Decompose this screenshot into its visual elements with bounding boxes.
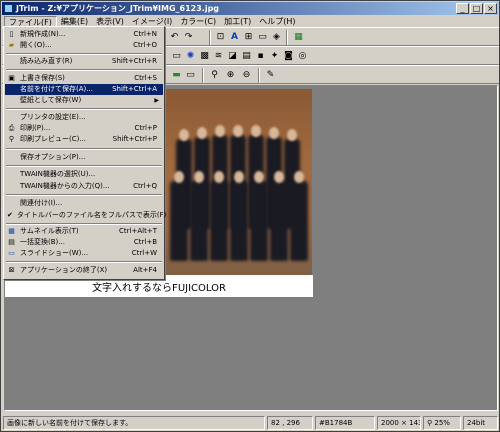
zoom-in-icon[interactable]: ⊕ <box>224 69 237 82</box>
emboss-icon[interactable]: ▤ <box>240 50 253 63</box>
menu-color[interactable]: カラー(C) <box>176 16 220 27</box>
zoom-icon[interactable]: ⚲ <box>208 69 221 82</box>
menu-item-printer-setup[interactable]: プリンタの設定(E)... <box>5 112 163 123</box>
menu-item-save-as[interactable]: 名前を付けて保存(A)... Shift+Ctrl+A <box>5 84 163 95</box>
status-coords: 82 , 296 <box>267 416 313 430</box>
zoom-out-icon[interactable]: ⊖ <box>240 69 253 82</box>
group-photo <box>164 89 312 275</box>
edge-icon[interactable]: ◙ <box>282 50 295 63</box>
menu-view[interactable]: 表示(V) <box>92 16 128 27</box>
split-icon[interactable]: ▭ <box>184 69 197 82</box>
menu-item-associate[interactable]: 関連付け(I)... <box>5 198 163 209</box>
menu-item-twain-input[interactable]: TWAIN機器からの入力(Q)... Ctrl+Q <box>5 181 163 192</box>
app-window: JTrim - Z:¥アプリケーション_JTrim¥IMG_6123.jpg _… <box>0 0 500 432</box>
file-menu-dropdown: ▯ 新規作成(N)... Ctrl+N ▰ 開く(O)... Ctrl+O 読み… <box>3 26 166 280</box>
spiral-icon[interactable]: ◎ <box>296 50 309 63</box>
status-color: #B1784B <box>315 416 375 430</box>
close-button[interactable]: × <box>484 3 497 14</box>
menu-item-save-options[interactable]: 保存オプション(P)... <box>5 152 163 163</box>
title-bar[interactable]: JTrim - Z:¥アプリケーション_JTrim¥IMG_6123.jpg _… <box>2 2 499 15</box>
window-title: JTrim - Z:¥アプリケーション_JTrim¥IMG_6123.jpg <box>16 4 220 13</box>
menu-item-save-wallpaper[interactable]: 壁紙として保存(W) ▶ <box>5 95 163 106</box>
sharpen-icon[interactable]: ▪ <box>254 50 267 63</box>
wave-icon[interactable]: ≋ <box>212 50 225 63</box>
menu-image[interactable]: イメージ(I) <box>128 16 176 27</box>
ripple-icon[interactable]: ◈ <box>270 31 283 44</box>
crop-icon[interactable]: ⊡ <box>214 31 227 44</box>
eyedropper-icon[interactable]: ✎ <box>264 69 277 82</box>
undo-icon[interactable]: ↶ <box>168 31 181 44</box>
status-message: 画像に新しい名前を付けて保存します。 <box>3 416 265 430</box>
palette-icon[interactable]: ▦ <box>292 31 305 44</box>
grid-icon[interactable]: ⊞ <box>242 31 255 44</box>
menu-item-twain-select[interactable]: TWAIN機器の選択(U)... <box>5 169 163 180</box>
menu-item-slideshow[interactable]: ▭ スライドショー(W)... Ctrl+W <box>5 248 163 259</box>
new-icon: ▯ <box>9 30 14 38</box>
exit-icon: ⊠ <box>8 266 15 274</box>
contrast-icon[interactable]: ◪ <box>226 50 239 63</box>
app-icon[interactable] <box>4 4 13 13</box>
preview-icon: ⚲ <box>8 135 15 143</box>
batch-icon: ▤ <box>8 238 15 246</box>
thumbnail-icon: ▦ <box>8 227 15 235</box>
rect-icon[interactable]: ▭ <box>170 50 183 63</box>
menu-item-exit[interactable]: ⊠ アプリケーションの終了(X) Alt+F4 <box>5 265 163 276</box>
glow-icon[interactable]: ✦ <box>268 50 281 63</box>
save-icon: ▣ <box>8 74 15 82</box>
print-icon: ⎙ <box>8 124 15 132</box>
status-depth: 24bit <box>463 416 498 430</box>
check-icon: ✔ <box>7 211 13 219</box>
menu-file[interactable]: ファイル(F) <box>4 15 57 27</box>
menu-item-new[interactable]: ▯ 新規作成(N)... Ctrl+N <box>5 29 163 40</box>
image-caption: 文字入れするならFUJICOLOR <box>92 282 226 294</box>
menu-process[interactable]: 加工(T) <box>220 16 255 27</box>
slideshow-icon: ▭ <box>8 249 15 257</box>
mosaic-icon[interactable]: ▩ <box>198 50 211 63</box>
minimize-button[interactable]: _ <box>456 3 469 14</box>
zoom-icon: ⚲ <box>427 419 433 427</box>
menu-item-save[interactable]: ▣ 上書き保存(S) Ctrl+S <box>5 73 163 84</box>
blur-icon[interactable]: ✺ <box>184 50 197 63</box>
text-icon[interactable]: A <box>228 31 241 44</box>
submenu-arrow-icon: ▶ <box>154 97 159 104</box>
menu-item-thumbnail[interactable]: ▦ サムネイル表示(T) Ctrl+Alt+T <box>5 226 163 237</box>
status-zoom: ⚲ 25% <box>423 416 461 430</box>
status-bar: 画像に新しい名前を付けて保存します。 82 , 296 #B1784B 2000… <box>2 415 499 431</box>
open-icon: ▰ <box>8 41 15 49</box>
menu-item-print[interactable]: ⎙ 印刷(P)... Ctrl+P <box>5 123 163 134</box>
frame-icon[interactable]: ▭ <box>256 31 269 44</box>
menu-item-fullpath-title[interactable]: ✔ タイトルバーのファイル名をフルパスで表示(F) <box>5 210 166 221</box>
menu-help[interactable]: ヘルプ(H) <box>255 16 299 27</box>
colorbar-icon[interactable]: ▬ <box>170 69 183 82</box>
redo-icon[interactable]: ↷ <box>182 31 195 44</box>
maximize-button[interactable]: □ <box>470 3 483 14</box>
menu-item-open[interactable]: ▰ 開く(O)... Ctrl+O <box>5 40 163 51</box>
menu-edit[interactable]: 編集(E) <box>57 16 92 27</box>
menu-item-batch[interactable]: ▤ 一括変換(B)... Ctrl+B <box>5 237 163 248</box>
menu-item-reload[interactable]: 読み込み直す(R) Shift+Ctrl+R <box>5 56 163 67</box>
status-image-size: 2000 × 1434 <box>377 416 421 430</box>
menu-item-print-preview[interactable]: ⚲ 印刷プレビュー(C)... Shift+Ctrl+P <box>5 134 163 145</box>
